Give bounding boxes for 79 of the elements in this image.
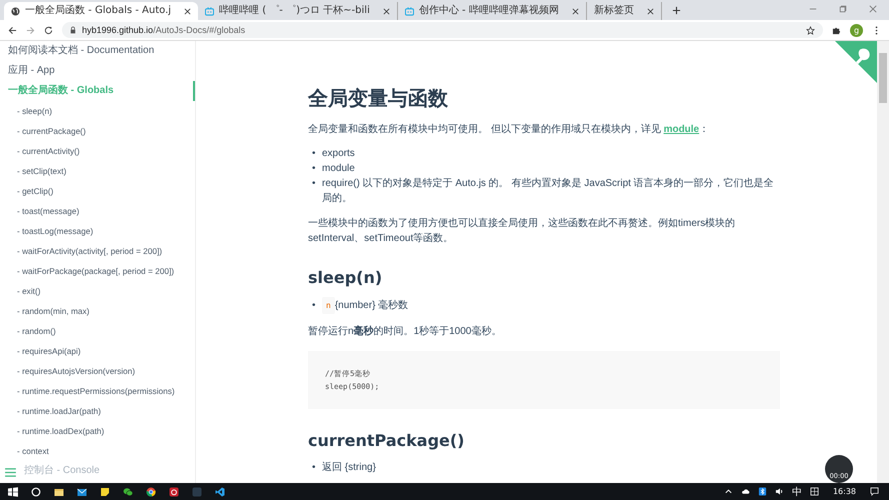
param-description: {number} 毫秒数 [334, 298, 408, 313]
sidebar-item[interactable]: - setClip(text) [0, 161, 195, 181]
sidebar-item[interactable]: - runtime.loadDex(path) [0, 421, 195, 441]
mail-icon[interactable] [77, 486, 87, 496]
lock-icon [70, 26, 76, 34]
scrollbar[interactable] [877, 41, 889, 483]
sidebar-item[interactable]: 应用 - App [0, 61, 195, 81]
section-heading: currentPackage() [308, 431, 466, 450]
input-method-label[interactable]: 中 [792, 484, 802, 498]
browser-tab[interactable]: 创作中心 - 哔哩哔哩弹幕视频网 [398, 2, 587, 20]
folder-icon[interactable] [54, 486, 64, 496]
sidebar-item[interactable]: - currentPackage() [0, 121, 195, 141]
tv-icon [404, 6, 414, 16]
bullet-item: require() 以下的对象是特定于 Auto.js 的。 有些内置对象是 JavaScript 语言本身的一部分，它们也是全局的。 [322, 176, 775, 206]
sidebar-item[interactable]: - runtime.loadJar(path) [0, 401, 195, 421]
tab-title: 一般全局函数 - Globals - Auto.j [25, 4, 172, 18]
sticky-note-icon[interactable] [100, 486, 110, 496]
browser-circle-icon[interactable] [146, 486, 156, 496]
bullet-marker: • [312, 162, 317, 176]
sidebar-item[interactable]: - random() [0, 321, 195, 341]
browser-tab[interactable]: 哔哩哔哩 ( ゜- ゜)つロ 干杯~-bili [198, 2, 398, 20]
bookmark-star-icon[interactable] [806, 26, 815, 34]
bullet-item: exports [322, 147, 355, 161]
browser-tab[interactable]: 一般全局函数 - Globals - Auto.j [4, 2, 198, 20]
close-icon[interactable] [382, 8, 390, 14]
reload-icon[interactable] [44, 26, 53, 34]
intro-paragraph: 全局变量和函数在所有模块中均可使用。 但以下变量的作用域只在模块内，详见 module： [308, 122, 710, 137]
clock-time[interactable]: 16:38 [832, 487, 856, 496]
speaker-icon[interactable] [774, 487, 784, 496]
close-icon[interactable] [646, 8, 654, 14]
close-icon[interactable] [572, 8, 579, 14]
address-bar[interactable]: hyb1996.github.io/AutoJs-Docs/#/globals [62, 22, 823, 38]
sidebar-item[interactable]: - waitForActivity(activity[, period = 200]) [0, 241, 195, 261]
bullet-marker: • [312, 147, 317, 161]
description-paragraph: 暂停运行n毫秒的时间。1秒等于1000毫秒。 [308, 324, 502, 339]
windows-start-icon[interactable] [8, 486, 18, 496]
tab-title: 创作中心 - 哔哩哔哩弹幕视频网 [418, 4, 559, 18]
close-icon[interactable] [184, 8, 192, 14]
sidebar-item[interactable]: 如何阅读本文档 - Documentation [0, 41, 195, 61]
bullet-marker: • [312, 461, 317, 475]
sidebar-item[interactable]: - context [0, 441, 195, 461]
page-heading: 全局变量与函数 [308, 85, 449, 112]
new-tab-icon[interactable] [672, 6, 681, 15]
bullet-marker: • [312, 299, 317, 313]
sidebar-item[interactable]: - requiresAutojsVersion(version) [0, 361, 195, 381]
return-description: 返回 {string} [322, 460, 376, 475]
sidebar-item[interactable]: - requiresApi(api) [0, 341, 195, 361]
sidebar-item[interactable]: - getClip() [0, 181, 195, 201]
back-icon[interactable] [8, 26, 17, 34]
url-text: hyb1996.github.io/AutoJs-Docs/#/globals [82, 25, 246, 35]
restore-icon[interactable] [839, 5, 847, 13]
tab-title: 哔哩哔哩 ( ゜- ゜)つロ 干杯~-bili [219, 4, 370, 18]
param-name: n [322, 297, 335, 314]
bullet-item: module [322, 162, 355, 176]
sidebar-item[interactable]: - sleep(n) [0, 101, 195, 121]
sidebar-item[interactable]: - toast(message) [0, 201, 195, 221]
chat-bubbles-icon[interactable] [123, 486, 133, 496]
sidebar-item[interactable]: - runtime.requestPermissions(permissions) [0, 381, 195, 401]
notification-icon[interactable] [870, 487, 879, 496]
browser-tab[interactable]: 新标签页 [586, 2, 662, 20]
search-circle-icon[interactable] [31, 486, 41, 496]
sidebar-item[interactable]: - exit() [0, 281, 195, 301]
keyboard-grid-icon[interactable] [810, 487, 819, 496]
body-paragraph: 一些模块中的函数为了使用方便也可以直接全局使用，这些函数在此不再赘述。例如timers模块的setInterval、setTimeout等函数。 [308, 216, 736, 246]
sidebar-item[interactable]: - waitForPackage(package[, period = 200]) [0, 261, 195, 281]
section-heading: sleep(n) [308, 268, 384, 287]
cloud-icon[interactable] [740, 487, 750, 496]
code-editor-icon[interactable] [215, 486, 225, 496]
tv-icon [205, 6, 214, 16]
puzzle-icon[interactable] [832, 26, 841, 34]
chevron-up-icon[interactable] [724, 487, 733, 496]
sidebar-item[interactable]: - toastLog(message) [0, 221, 195, 241]
tab-title: 新标签页 [594, 4, 634, 18]
scrollbar-thumb[interactable] [879, 53, 887, 103]
globe-icon [11, 6, 20, 16]
bullet-marker: • [312, 177, 317, 191]
sidebar-item[interactable]: - currentActivity() [0, 141, 195, 161]
bluetooth-icon[interactable] [758, 487, 767, 496]
sidebar-item[interactable]: - random(min, max) [0, 301, 195, 321]
